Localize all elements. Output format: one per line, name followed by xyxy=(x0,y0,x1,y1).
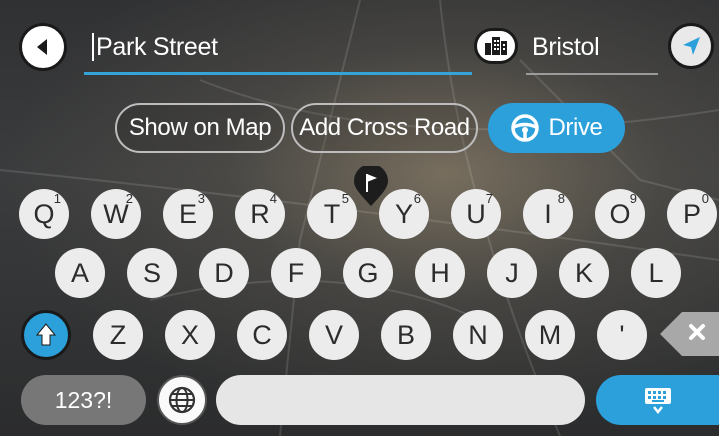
key-label: Q xyxy=(33,198,55,229)
key-o[interactable]: O9 xyxy=(595,189,645,239)
key-p[interactable]: P0 xyxy=(667,189,717,239)
shift-arrow-icon xyxy=(35,323,57,346)
city-underline xyxy=(526,73,658,75)
city-icon xyxy=(485,37,507,55)
key-label: P xyxy=(682,198,701,229)
key-label: R xyxy=(250,198,270,229)
key-b[interactable]: B xyxy=(381,310,431,360)
key-g[interactable]: G xyxy=(343,248,393,298)
key-label: Z xyxy=(109,319,127,350)
language-key[interactable] xyxy=(157,375,207,425)
key-number-hint: 9 xyxy=(629,191,637,206)
key-label: I xyxy=(544,198,552,229)
navigation-arrow-icon xyxy=(683,37,700,55)
key-label: U xyxy=(466,198,486,229)
key-q[interactable]: Q1 xyxy=(19,189,69,239)
city-input[interactable]: Bristol xyxy=(526,21,658,75)
show-on-map-label: Show on Map xyxy=(128,114,272,141)
key-a[interactable]: A xyxy=(55,248,105,298)
key-y[interactable]: Y6 xyxy=(379,189,429,239)
key-label: N xyxy=(468,319,488,350)
key-label: A xyxy=(70,257,89,288)
drive-label: Drive xyxy=(548,114,603,141)
key-x[interactable]: X xyxy=(165,310,215,360)
backspace-key[interactable] xyxy=(660,308,719,360)
drive-button[interactable]: Drive xyxy=(488,103,625,153)
key-s[interactable]: S xyxy=(127,248,177,298)
key-f[interactable]: F xyxy=(271,248,321,298)
key-t[interactable]: T5 xyxy=(307,189,357,239)
key-h[interactable]: H xyxy=(415,248,465,298)
key-u[interactable]: U7 xyxy=(451,189,501,239)
key-d[interactable]: D xyxy=(199,248,249,298)
key-label: H xyxy=(430,257,450,288)
back-arrow-icon xyxy=(37,39,47,55)
key-label: J xyxy=(505,257,519,288)
street-search-input[interactable]: Park Street xyxy=(84,21,472,75)
key-l[interactable]: L xyxy=(631,248,681,298)
key-w[interactable]: W2 xyxy=(91,189,141,239)
key-label: X xyxy=(180,319,199,350)
key-label: F xyxy=(287,257,305,288)
numbers-symbols-key[interactable]: 123?! xyxy=(21,375,146,425)
key-label: M xyxy=(538,319,562,350)
key-label: L xyxy=(648,257,664,288)
space-key[interactable] xyxy=(216,375,585,425)
key-number-hint: 8 xyxy=(557,191,565,206)
key-label: K xyxy=(574,257,593,288)
key-number-hint: 1 xyxy=(53,191,61,206)
key-label: O xyxy=(609,198,631,229)
key-label: B xyxy=(396,319,415,350)
key-v[interactable]: V xyxy=(309,310,359,360)
shift-key[interactable] xyxy=(21,310,71,360)
key-m[interactable]: M xyxy=(525,310,575,360)
key-label: C xyxy=(252,319,272,350)
add-cross-road-button[interactable]: Add Cross Road xyxy=(291,103,478,153)
key-c[interactable]: C xyxy=(237,310,287,360)
search-underline xyxy=(84,72,472,75)
street-query-text: Park Street xyxy=(96,33,218,61)
globe-icon xyxy=(168,386,196,414)
key-label: S xyxy=(142,257,161,288)
key-z[interactable]: Z xyxy=(93,310,143,360)
key-apostrophe[interactable]: ' xyxy=(597,310,647,360)
text-cursor xyxy=(92,33,94,61)
key-label: Y xyxy=(394,198,413,229)
current-location-button[interactable] xyxy=(668,23,714,69)
key-j[interactable]: J xyxy=(487,248,537,298)
numbers-symbols-label: 123?! xyxy=(54,386,113,413)
show-on-map-button[interactable]: Show on Map xyxy=(115,103,285,153)
city-text: Bristol xyxy=(532,33,600,61)
key-number-hint: 3 xyxy=(197,191,205,206)
key-number-hint: 4 xyxy=(269,191,277,206)
key-number-hint: 2 xyxy=(125,191,133,206)
back-button[interactable] xyxy=(19,23,67,71)
key-label: E xyxy=(178,198,197,229)
hide-keyboard-button[interactable] xyxy=(596,375,719,425)
key-label: ' xyxy=(619,319,625,350)
key-label: D xyxy=(214,257,234,288)
city-selector-button[interactable] xyxy=(474,28,518,64)
key-label: T xyxy=(323,198,341,229)
steering-wheel-icon xyxy=(511,114,540,142)
key-r[interactable]: R4 xyxy=(235,189,285,239)
key-label: G xyxy=(357,257,379,288)
key-e[interactable]: E3 xyxy=(163,189,213,239)
key-number-hint: 6 xyxy=(413,191,421,206)
key-number-hint: 7 xyxy=(485,191,493,206)
key-number-hint: 5 xyxy=(341,191,349,206)
key-number-hint: 0 xyxy=(701,191,709,206)
keyboard-hide-icon xyxy=(644,388,671,415)
key-k[interactable]: K xyxy=(559,248,609,298)
add-cross-road-label: Add Cross Road xyxy=(299,114,470,141)
key-i[interactable]: I8 xyxy=(523,189,573,239)
key-n[interactable]: N xyxy=(453,310,503,360)
key-label: V xyxy=(324,319,343,350)
